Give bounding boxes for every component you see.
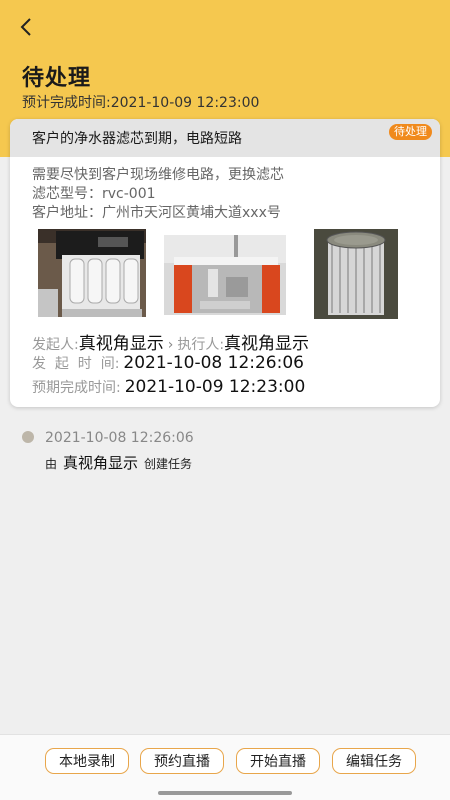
- edit-task-button[interactable]: 编辑任务: [332, 748, 416, 774]
- water-purifier-photo[interactable]: [38, 229, 146, 317]
- status-badge: 待处理: [389, 124, 432, 140]
- chevron-left-icon[interactable]: [14, 14, 40, 40]
- timeline-user: 真视角显示: [63, 454, 139, 472]
- schedule-live-button[interactable]: 预约直播: [140, 748, 224, 774]
- people-row: 发起人: 真视角显示 › 执行人: 真视角显示: [32, 329, 309, 354]
- task-card-header: 客户的净水器滤芯到期，电路短路 待处理: [10, 119, 440, 157]
- timeline-dot: [22, 431, 34, 443]
- chevron-right-icon: ›: [167, 337, 174, 353]
- task-description: 需要尽快到客户现场维修电路，更换滤芯: [32, 167, 284, 183]
- task-card[interactable]: 客户的净水器滤芯到期，电路短路 待处理 需要尽快到客户现场维修电路，更换滤芯 滤…: [10, 119, 440, 407]
- local-record-button[interactable]: 本地录制: [45, 748, 129, 774]
- task-title: 客户的净水器滤芯到期，电路短路: [32, 131, 242, 147]
- timeline-action: 创建任务: [144, 457, 193, 471]
- start-time-label: 发 起 时 间:: [32, 356, 120, 372]
- due-time-label: 预期完成时间:: [32, 380, 121, 396]
- executor-name: 真视角显示: [224, 334, 310, 354]
- due-time-row: 预期完成时间: 2021-10-09 12:23:00: [32, 377, 305, 397]
- initiator-label: 发起人:: [32, 337, 79, 353]
- executor-label: 执行人:: [177, 337, 225, 353]
- expected-completion-time: 预计完成时间:2021-10-09 12:23:00: [22, 95, 260, 111]
- home-indicator: [158, 791, 292, 795]
- due-time-value: 2021-10-09 12:23:00: [124, 377, 306, 397]
- start-live-button[interactable]: 开始直播: [236, 748, 320, 774]
- filter-cartridge-photo[interactable]: [314, 229, 398, 319]
- filter-model: 滤芯型号：rvc-001: [32, 186, 156, 202]
- customer-address: 客户地址：广州市天河区黄埔大道xxx号: [32, 205, 281, 221]
- page-title: 待处理: [22, 66, 92, 91]
- sink-cabinet-photo[interactable]: [164, 235, 286, 315]
- timeline-by: 由: [45, 457, 58, 471]
- start-time-row: 发 起 时 间: 2021-10-08 12:26:06: [32, 353, 304, 373]
- start-time-value: 2021-10-08 12:26:06: [123, 353, 304, 373]
- initiator-name: 真视角显示: [78, 334, 164, 354]
- timeline-time: 2021-10-08 12:26:06: [45, 430, 194, 446]
- timeline-entry: 由 真视角显示 创建任务: [45, 452, 192, 473]
